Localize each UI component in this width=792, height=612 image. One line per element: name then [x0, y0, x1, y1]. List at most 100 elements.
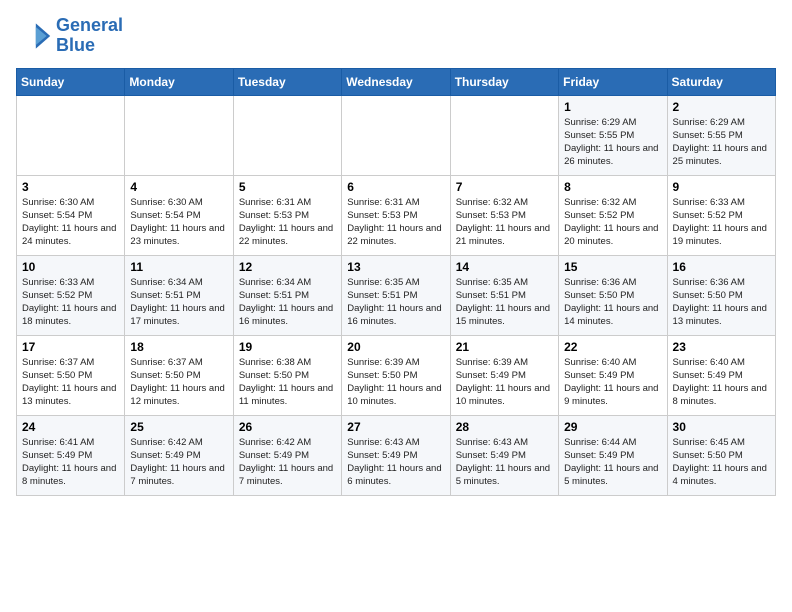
calendar-day-30: 30 Sunrise: 6:45 AM Sunset: 5:50 PM Dayli…	[667, 415, 775, 495]
day-number: 20	[347, 340, 444, 354]
day-number: 19	[239, 340, 336, 354]
calendar-day-25: 25 Sunrise: 6:42 AM Sunset: 5:49 PM Dayli…	[125, 415, 233, 495]
page-header: General Blue	[16, 16, 776, 56]
day-number: 16	[673, 260, 770, 274]
logo: General Blue	[16, 16, 123, 56]
calendar-week-3: 10 Sunrise: 6:33 AM Sunset: 5:52 PM Dayli…	[17, 255, 776, 335]
calendar-day-3: 3Sunrise: 6:30 AM Sunset: 5:54 PM Daylig…	[17, 175, 125, 255]
calendar-day-8: 8 Sunrise: 6:32 AM Sunset: 5:52 PM Daylig…	[559, 175, 667, 255]
calendar-empty	[342, 95, 450, 175]
day-info: Sunrise: 6:36 AM Sunset: 5:50 PM Dayligh…	[673, 276, 770, 329]
calendar-day-6: 6 Sunrise: 6:31 AM Sunset: 5:53 PM Daylig…	[342, 175, 450, 255]
calendar-week-2: 3Sunrise: 6:30 AM Sunset: 5:54 PM Daylig…	[17, 175, 776, 255]
logo-line1: General	[56, 16, 123, 36]
calendar-day-2: 2 Sunrise: 6:29 AM Sunset: 5:55 PM Daylig…	[667, 95, 775, 175]
day-number: 25	[130, 420, 227, 434]
calendar-day-23: 23 Sunrise: 6:40 AM Sunset: 5:49 PM Dayli…	[667, 335, 775, 415]
day-info: Sunrise: 6:31 AM Sunset: 5:53 PM Dayligh…	[239, 196, 336, 249]
day-number: 13	[347, 260, 444, 274]
calendar-day-29: 29 Sunrise: 6:44 AM Sunset: 5:49 PM Dayli…	[559, 415, 667, 495]
day-info: Sunrise: 6:42 AM Sunset: 5:49 PM Dayligh…	[130, 436, 227, 489]
calendar-day-28: 28 Sunrise: 6:43 AM Sunset: 5:49 PM Dayli…	[450, 415, 558, 495]
calendar-day-18: 18Sunrise: 6:37 AM Sunset: 5:50 PM Dayli…	[125, 335, 233, 415]
day-number: 4	[130, 180, 227, 194]
calendar-empty	[125, 95, 233, 175]
day-number: 24	[22, 420, 119, 434]
day-info: Sunrise: 6:39 AM Sunset: 5:50 PM Dayligh…	[347, 356, 444, 409]
day-info: Sunrise: 6:39 AM Sunset: 5:49 PM Dayligh…	[456, 356, 553, 409]
calendar-day-24: 24Sunrise: 6:41 AM Sunset: 5:49 PM Dayli…	[17, 415, 125, 495]
day-info: Sunrise: 6:42 AM Sunset: 5:49 PM Dayligh…	[239, 436, 336, 489]
day-info: Sunrise: 6:40 AM Sunset: 5:49 PM Dayligh…	[673, 356, 770, 409]
day-number: 27	[347, 420, 444, 434]
calendar-day-13: 13 Sunrise: 6:35 AM Sunset: 5:51 PM Dayli…	[342, 255, 450, 335]
calendar-day-4: 4 Sunrise: 6:30 AM Sunset: 5:54 PM Daylig…	[125, 175, 233, 255]
calendar-day-17: 17 Sunrise: 6:37 AM Sunset: 5:50 PM Dayli…	[17, 335, 125, 415]
day-info: Sunrise: 6:35 AM Sunset: 5:51 PM Dayligh…	[347, 276, 444, 329]
day-number: 9	[673, 180, 770, 194]
calendar-day-14: 14Sunrise: 6:35 AM Sunset: 5:51 PM Dayli…	[450, 255, 558, 335]
calendar-day-12: 12Sunrise: 6:34 AM Sunset: 5:51 PM Dayli…	[233, 255, 341, 335]
day-info: Sunrise: 6:36 AM Sunset: 5:50 PM Dayligh…	[564, 276, 661, 329]
day-info: Sunrise: 6:30 AM Sunset: 5:54 PM Dayligh…	[130, 196, 227, 249]
day-header-wednesday: Wednesday	[342, 68, 450, 95]
day-info: Sunrise: 6:29 AM Sunset: 5:55 PM Dayligh…	[673, 116, 770, 169]
day-number: 30	[673, 420, 770, 434]
day-info: Sunrise: 6:38 AM Sunset: 5:50 PM Dayligh…	[239, 356, 336, 409]
calendar-day-10: 10 Sunrise: 6:33 AM Sunset: 5:52 PM Dayli…	[17, 255, 125, 335]
day-info: Sunrise: 6:45 AM Sunset: 5:50 PM Dayligh…	[673, 436, 770, 489]
day-info: Sunrise: 6:32 AM Sunset: 5:52 PM Dayligh…	[564, 196, 661, 249]
day-header-monday: Monday	[125, 68, 233, 95]
calendar-empty	[17, 95, 125, 175]
day-number: 18	[130, 340, 227, 354]
calendar-day-16: 16 Sunrise: 6:36 AM Sunset: 5:50 PM Dayli…	[667, 255, 775, 335]
day-number: 22	[564, 340, 661, 354]
calendar-day-21: 21 Sunrise: 6:39 AM Sunset: 5:49 PM Dayli…	[450, 335, 558, 415]
day-number: 1	[564, 100, 661, 114]
day-info: Sunrise: 6:32 AM Sunset: 5:53 PM Dayligh…	[456, 196, 553, 249]
calendar-day-20: 20 Sunrise: 6:39 AM Sunset: 5:50 PM Dayli…	[342, 335, 450, 415]
calendar-day-27: 27 Sunrise: 6:43 AM Sunset: 5:49 PM Dayli…	[342, 415, 450, 495]
day-number: 23	[673, 340, 770, 354]
calendar-day-11: 11 Sunrise: 6:34 AM Sunset: 5:51 PM Dayli…	[125, 255, 233, 335]
day-number: 17	[22, 340, 119, 354]
day-info: Sunrise: 6:40 AM Sunset: 5:49 PM Dayligh…	[564, 356, 661, 409]
calendar-header-row: SundayMondayTuesdayWednesdayThursdayFrid…	[17, 68, 776, 95]
calendar-empty	[450, 95, 558, 175]
calendar-day-15: 15Sunrise: 6:36 AM Sunset: 5:50 PM Dayli…	[559, 255, 667, 335]
logo-line2: Blue	[56, 36, 123, 56]
day-info: Sunrise: 6:33 AM Sunset: 5:52 PM Dayligh…	[22, 276, 119, 329]
day-number: 12	[239, 260, 336, 274]
calendar-day-19: 19 Sunrise: 6:38 AM Sunset: 5:50 PM Dayli…	[233, 335, 341, 415]
day-info: Sunrise: 6:34 AM Sunset: 5:51 PM Dayligh…	[130, 276, 227, 329]
day-info: Sunrise: 6:30 AM Sunset: 5:54 PM Dayligh…	[22, 196, 119, 249]
calendar-empty	[233, 95, 341, 175]
day-number: 26	[239, 420, 336, 434]
day-header-friday: Friday	[559, 68, 667, 95]
calendar-day-5: 5 Sunrise: 6:31 AM Sunset: 5:53 PM Daylig…	[233, 175, 341, 255]
calendar-day-9: 9 Sunrise: 6:33 AM Sunset: 5:52 PM Daylig…	[667, 175, 775, 255]
day-number: 2	[673, 100, 770, 114]
day-info: Sunrise: 6:31 AM Sunset: 5:53 PM Dayligh…	[347, 196, 444, 249]
day-number: 28	[456, 420, 553, 434]
day-number: 10	[22, 260, 119, 274]
calendar-week-4: 17 Sunrise: 6:37 AM Sunset: 5:50 PM Dayli…	[17, 335, 776, 415]
logo-icon	[16, 18, 52, 54]
day-info: Sunrise: 6:33 AM Sunset: 5:52 PM Dayligh…	[673, 196, 770, 249]
calendar-day-26: 26 Sunrise: 6:42 AM Sunset: 5:49 PM Dayli…	[233, 415, 341, 495]
day-number: 11	[130, 260, 227, 274]
calendar-week-1: 1 Sunrise: 6:29 AM Sunset: 5:55 PM Daylig…	[17, 95, 776, 175]
day-number: 7	[456, 180, 553, 194]
day-number: 6	[347, 180, 444, 194]
day-info: Sunrise: 6:43 AM Sunset: 5:49 PM Dayligh…	[456, 436, 553, 489]
day-info: Sunrise: 6:44 AM Sunset: 5:49 PM Dayligh…	[564, 436, 661, 489]
calendar-table: SundayMondayTuesdayWednesdayThursdayFrid…	[16, 68, 776, 496]
day-info: Sunrise: 6:43 AM Sunset: 5:49 PM Dayligh…	[347, 436, 444, 489]
day-number: 8	[564, 180, 661, 194]
day-number: 5	[239, 180, 336, 194]
day-number: 29	[564, 420, 661, 434]
day-number: 21	[456, 340, 553, 354]
day-info: Sunrise: 6:29 AM Sunset: 5:55 PM Dayligh…	[564, 116, 661, 169]
day-header-saturday: Saturday	[667, 68, 775, 95]
day-info: Sunrise: 6:37 AM Sunset: 5:50 PM Dayligh…	[22, 356, 119, 409]
